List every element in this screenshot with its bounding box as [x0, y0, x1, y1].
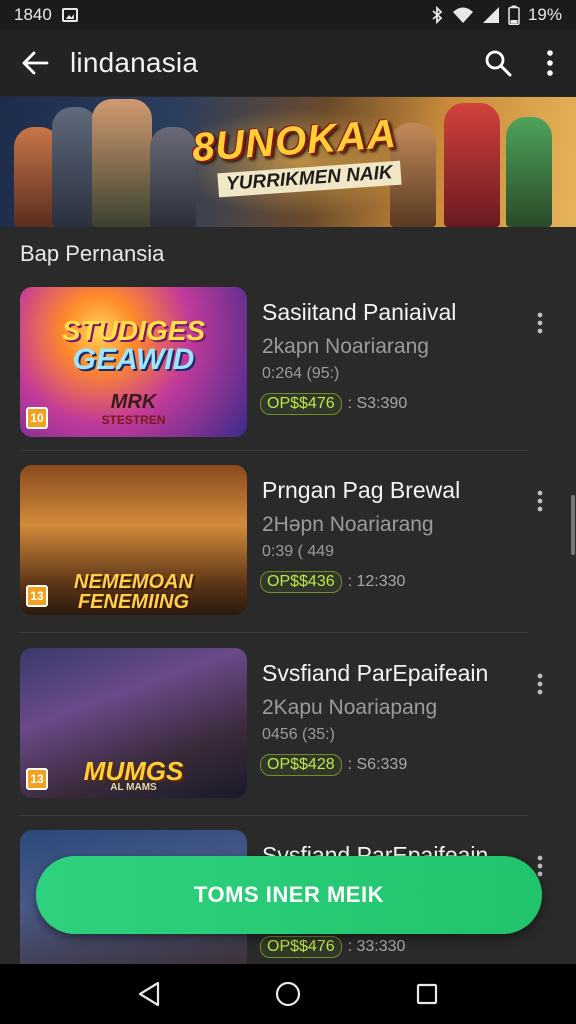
wifi-icon: [452, 7, 473, 23]
game-publisher: 2Kapu Noariapang: [262, 696, 438, 719]
overflow-menu-button[interactable]: [524, 30, 576, 96]
status-bar: 1840 19%: [0, 0, 576, 30]
app-bar: lindanasia: [0, 30, 576, 96]
primary-action-button[interactable]: TOMS INER MEIK: [36, 856, 542, 934]
square-recents-icon: [416, 983, 437, 1005]
banner-character: [92, 99, 152, 227]
price-chip[interactable]: OP$$436: [260, 571, 342, 593]
more-vert-icon: [537, 855, 543, 877]
game-publisher: 2Həpn Noariarang: [262, 513, 434, 536]
section-title: Bap Pernansia: [20, 241, 165, 266]
image-notification-icon: [61, 8, 78, 22]
price-chip[interactable]: OP$$476: [260, 393, 342, 415]
price-row: OP$$476 : S3:390: [260, 393, 407, 415]
age-rating-badge: 13: [26, 768, 48, 790]
age-rating-badge: 10: [26, 407, 48, 429]
status-time: 1840: [14, 5, 52, 24]
more-vert-icon: [537, 490, 543, 512]
nav-home-button[interactable]: [258, 964, 318, 1024]
game-thumbnail: NEMEMOAN FENEMIING 13: [20, 465, 247, 615]
banner-character: [444, 103, 500, 227]
promo-banner[interactable]: 8UNOKAA YURRIKMEN NAIK: [0, 97, 576, 227]
app-title: lindanasia: [70, 47, 199, 78]
price-row: OP$$436 : 12:330: [260, 571, 405, 593]
nav-back-button[interactable]: [119, 964, 179, 1024]
price-row: OP$$428 : S6:339: [260, 754, 407, 776]
game-list-item[interactable]: MUMGS AL MAMS 13 Svsfiand ParEpaifeain 2…: [20, 642, 543, 812]
system-nav-bar: [0, 964, 576, 1024]
triangle-back-icon: [139, 981, 160, 1007]
game-meta: 0:264 (95:): [262, 365, 340, 382]
more-vert-icon: [537, 673, 543, 695]
banner-character: [150, 127, 196, 227]
game-title: Sasiitand Paniaival: [262, 299, 457, 325]
price-chip[interactable]: OP$$476: [260, 936, 342, 958]
thumbnail-subtitle: MRK: [110, 391, 157, 413]
list-divider: [20, 450, 528, 451]
game-title: Svsfiand ParEpaifeain: [262, 660, 489, 686]
thumbnail-subtitle: STESTREN: [101, 413, 166, 427]
game-publisher: 2kapn Noariarang: [262, 335, 429, 358]
game-list-item[interactable]: STUDIGES GEAWID MRK STESTREN 10 Sasiitan…: [20, 281, 543, 451]
game-thumbnail: MUMGS AL MAMS 13: [20, 648, 247, 798]
bluetooth-icon: [432, 6, 443, 24]
list-divider: [20, 632, 528, 633]
age-rating-badge: 13: [26, 585, 48, 607]
game-time: : S6:339: [347, 756, 408, 773]
signal-icon: [482, 7, 499, 23]
game-meta: 0456 (35:): [262, 726, 335, 743]
item-menu-button[interactable]: [526, 481, 554, 521]
price-chip[interactable]: OP$$428: [260, 754, 342, 776]
game-time: : 33:330: [347, 938, 406, 955]
circle-home-icon: [275, 981, 301, 1007]
game-list-item[interactable]: NEMEMOAN FENEMIING 13 Prngan Pag Brewal …: [20, 459, 543, 629]
game-time: : S3:390: [347, 395, 408, 412]
list-divider: [20, 815, 528, 816]
more-vert-icon: [547, 50, 553, 76]
item-menu-button[interactable]: [526, 664, 554, 704]
scrollbar[interactable]: [571, 495, 575, 555]
thumbnail-title: GEAWID: [72, 343, 195, 376]
game-time: : 12:330: [347, 573, 406, 590]
nav-recents-button[interactable]: [397, 964, 457, 1024]
search-icon: [485, 50, 512, 77]
battery-icon: [508, 5, 520, 25]
banner-character: [506, 117, 552, 227]
thumbnail-subtitle: AL MAMS: [110, 782, 157, 793]
more-vert-icon: [537, 312, 543, 334]
arrow-left-icon: [22, 51, 49, 75]
game-title: Prngan Pag Brewal: [262, 477, 461, 503]
thumbnail-title: FENEMIING: [77, 591, 190, 613]
price-row: OP$$476 : 33:330: [260, 936, 405, 958]
battery-level: 19%: [527, 5, 562, 24]
game-meta: 0:39 ( 449: [262, 543, 335, 560]
back-button[interactable]: [0, 30, 70, 96]
item-menu-button[interactable]: [526, 303, 554, 343]
game-thumbnail: STUDIGES GEAWID MRK STESTREN 10: [20, 287, 247, 437]
search-button[interactable]: [472, 30, 524, 96]
